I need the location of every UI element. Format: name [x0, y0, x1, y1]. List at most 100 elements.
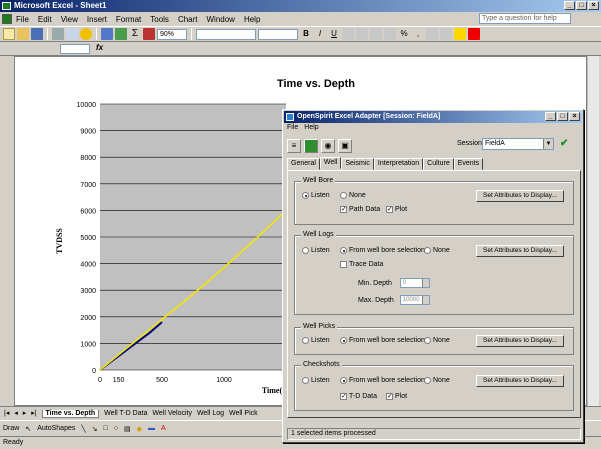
preview-icon[interactable] — [66, 28, 78, 40]
radio-icon[interactable] — [302, 377, 309, 384]
radio-none-welllogs[interactable]: None — [424, 247, 450, 254]
radio-from-selection-checkshots[interactable]: From well bore selection — [340, 377, 425, 384]
draw-menu[interactable]: Draw — [3, 425, 19, 432]
align-right-icon[interactable] — [370, 28, 382, 40]
research-icon[interactable] — [80, 28, 92, 40]
fx-label[interactable]: fx — [96, 43, 103, 52]
spin-arrows-icon[interactable] — [421, 279, 429, 287]
sheet-tab-well-log[interactable]: Well Log — [197, 410, 224, 417]
tab-nav-last[interactable]: ▸| — [31, 410, 36, 417]
minimize-button[interactable]: _ — [564, 1, 575, 10]
save-icon[interactable] — [31, 28, 43, 40]
tab-general[interactable]: General — [287, 158, 320, 170]
rectangle-icon[interactable]: □ — [103, 425, 107, 432]
new-icon[interactable] — [3, 28, 15, 40]
menu-window[interactable]: Window — [207, 15, 235, 24]
dialog-maximize-button[interactable]: □ — [557, 112, 568, 121]
connect-icon[interactable]: ✔ — [560, 138, 572, 150]
merge-icon[interactable] — [384, 28, 396, 40]
line-icon[interactable]: ╲ — [81, 425, 85, 433]
tab-interpretation[interactable]: Interpretation — [373, 158, 424, 170]
tab-events[interactable]: Events — [453, 158, 484, 170]
spin-arrows-icon[interactable] — [421, 296, 429, 304]
select-objects-icon[interactable]: ↖ — [25, 425, 31, 433]
outdent-icon[interactable] — [440, 28, 452, 40]
radio-icon[interactable] — [302, 337, 309, 344]
open-icon[interactable] — [17, 28, 29, 40]
menu-tools[interactable]: Tools — [150, 15, 169, 24]
radio-icon[interactable] — [302, 192, 309, 199]
tab-nav-first[interactable]: |◂ — [4, 410, 9, 417]
chart-wizard-icon[interactable] — [143, 28, 155, 40]
print-icon[interactable] — [52, 28, 64, 40]
sheet-tab-time-vs-depth[interactable]: Time vs. Depth — [41, 410, 100, 418]
indent-icon[interactable] — [426, 28, 438, 40]
autosum-icon[interactable]: Σ — [129, 28, 141, 40]
vertical-scrollbar[interactable] — [587, 56, 599, 406]
max-depth-stepper[interactable]: 10000 — [399, 295, 430, 305]
set-attributes-button-checkshots[interactable]: Set Attributes to Display... — [476, 375, 564, 387]
set-attributes-button-welllogs[interactable]: Set Attributes to Display... — [476, 245, 564, 257]
set-attributes-button-wellbore[interactable]: Set Attributes to Display... — [476, 190, 564, 202]
excel-export-icon[interactable] — [304, 139, 318, 153]
menu-help[interactable]: Help — [244, 15, 260, 24]
underline-button[interactable]: U — [328, 28, 340, 40]
radio-icon[interactable] — [424, 377, 431, 384]
chart-plot[interactable]: 0100020003000400050006000700080009000100… — [46, 96, 286, 396]
fill-color-icon[interactable]: ◆ — [137, 425, 142, 433]
comma-button[interactable]: , — [412, 28, 424, 40]
textbox-icon[interactable]: ▤ — [124, 425, 131, 433]
sheet-tab-well-td[interactable]: Well T-D Data — [104, 410, 147, 417]
radio-from-selection-wellpicks[interactable]: From well bore selection — [340, 337, 425, 344]
radio-listen-wellpicks[interactable]: Listen — [302, 337, 330, 344]
percent-button[interactable]: % — [398, 28, 410, 40]
dialog-close-button[interactable]: × — [569, 112, 580, 121]
tab-well[interactable]: Well — [319, 157, 342, 169]
help-search-input[interactable]: Type a question for help — [479, 13, 571, 24]
menu-chart[interactable]: Chart — [178, 15, 198, 24]
dialog-menu-help[interactable]: Help — [304, 124, 318, 131]
radio-none-checkshots[interactable]: None — [424, 377, 450, 384]
radio-listen-checkshots[interactable]: Listen — [302, 377, 330, 384]
checkbox-icon[interactable] — [340, 261, 347, 268]
radio-none-wellbore[interactable]: None — [340, 192, 366, 199]
radio-icon[interactable] — [340, 377, 347, 384]
radio-icon[interactable] — [424, 247, 431, 254]
radio-icon[interactable] — [340, 337, 347, 344]
font-color-icon[interactable] — [468, 28, 480, 40]
name-box[interactable] — [60, 44, 90, 54]
menu-format[interactable]: Format — [116, 15, 141, 24]
check-plot-checkshots[interactable]: ✓ Plot — [386, 393, 407, 400]
zoom-select[interactable]: 90% — [157, 28, 187, 40]
dialog-minimize-button[interactable]: _ — [545, 112, 556, 121]
sheet-tab-well-pick[interactable]: Well Pick — [229, 410, 258, 417]
tab-culture[interactable]: Culture — [423, 158, 454, 170]
checkbox-icon[interactable]: ✓ — [386, 393, 393, 400]
check-plot-wellbore[interactable]: ✓ Plot — [386, 206, 407, 213]
check-path-data[interactable]: ✓ Path Data — [340, 206, 380, 213]
italic-button[interactable]: I — [314, 28, 326, 40]
close-button[interactable]: × — [588, 1, 599, 10]
size-combo[interactable] — [258, 28, 298, 40]
tab-nav-next[interactable]: ▸ — [23, 410, 27, 417]
checkbox-icon[interactable]: ✓ — [340, 206, 347, 213]
bold-button[interactable]: B — [300, 28, 312, 40]
radio-icon[interactable] — [424, 337, 431, 344]
undo-icon[interactable] — [101, 28, 113, 40]
sheet-tab-well-velocity[interactable]: Well Velocity — [152, 410, 192, 417]
tab-nav-prev[interactable]: ◂ — [14, 410, 18, 417]
set-attributes-button-wellpicks[interactable]: Set Attributes to Display... — [476, 335, 564, 347]
autoshapes-menu[interactable]: AutoShapes — [37, 425, 75, 432]
radio-icon[interactable] — [340, 247, 347, 254]
arrow-icon[interactable]: ↘ — [92, 425, 98, 433]
tab-seismic[interactable]: Seismic — [341, 158, 374, 170]
menu-view[interactable]: View — [61, 15, 78, 24]
import-icon[interactable]: ≡ — [287, 139, 301, 153]
font-color-icon[interactable]: A — [161, 425, 166, 432]
radio-listen-wellbore[interactable]: Listen — [302, 192, 330, 199]
check-trace-data[interactable]: Trace Data — [340, 261, 383, 268]
workbook-icon[interactable] — [2, 14, 12, 24]
menu-file[interactable]: File — [16, 15, 29, 24]
radio-icon[interactable] — [340, 192, 347, 199]
line-color-icon[interactable]: ▬ — [148, 425, 155, 432]
